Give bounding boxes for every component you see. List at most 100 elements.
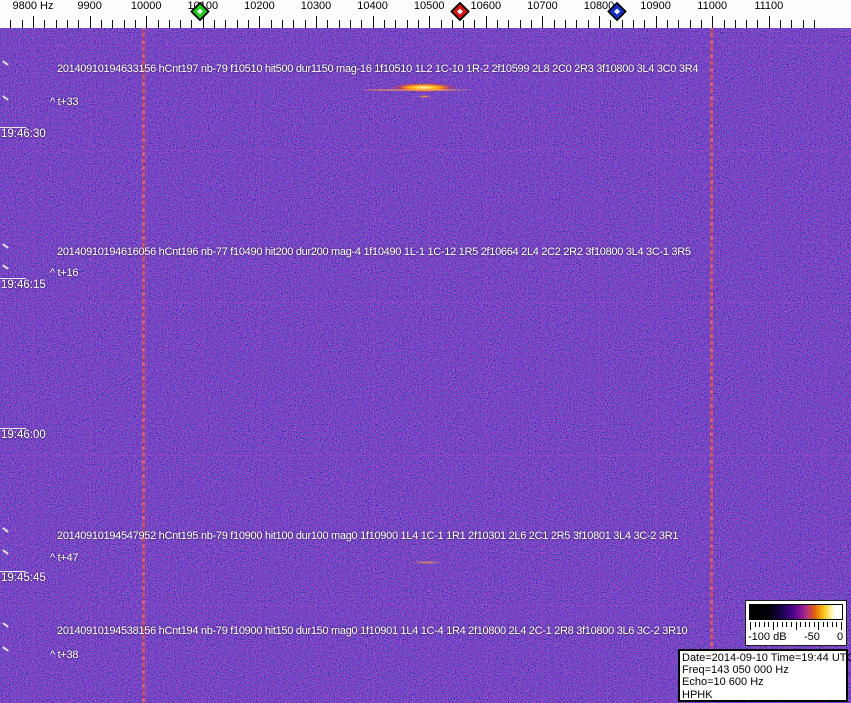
- db-scale-tick: [768, 622, 770, 627]
- db-scale-tick: [777, 622, 779, 627]
- freq-axis-label: 10500: [413, 0, 445, 12]
- freq-axis-label: 10600: [470, 0, 502, 12]
- freq-tick: [78, 20, 80, 28]
- freq-tick: [66, 20, 68, 28]
- freq-axis-label: 10000: [130, 0, 162, 12]
- db-label-mid: -50: [804, 631, 820, 643]
- freq-tick: [610, 20, 612, 28]
- freq-tick: [474, 20, 476, 28]
- freq-gridline: [90, 28, 91, 703]
- db-scale-tick: [827, 622, 829, 627]
- freq-tick: [485, 16, 487, 28]
- freq-tick: [248, 20, 250, 28]
- freq-gridline: [203, 28, 204, 703]
- time-label: 19:46:00: [1, 429, 46, 441]
- db-scale-tick: [763, 622, 765, 627]
- freq-tick: [395, 20, 397, 28]
- freq-tick: [316, 16, 317, 28]
- freq-tick: [791, 20, 793, 28]
- freq-tick: [644, 20, 646, 28]
- event-offset-text: ^ t+16: [50, 267, 79, 279]
- freq-tick: [383, 20, 385, 28]
- freq-tick: [655, 16, 657, 28]
- freq-tick: [225, 20, 227, 28]
- db-scale-tick: [759, 622, 761, 627]
- spectrogram-noise-texture: [0, 28, 851, 703]
- freq-tick: [21, 20, 23, 28]
- freq-tick: [666, 20, 668, 28]
- freq-tick: [112, 20, 114, 28]
- freq-tick: [270, 20, 272, 28]
- freq-tick: [621, 20, 623, 28]
- db-scale-tick: [841, 622, 842, 630]
- freq-tick: [553, 20, 555, 28]
- freq-tick: [576, 20, 578, 28]
- freq-axis-label: 9800 Hz: [12, 0, 54, 12]
- db-scale-tick: [790, 622, 792, 627]
- freq-axis-label: 11100: [754, 0, 784, 12]
- freq-tick: [191, 20, 193, 28]
- freq-tick: [146, 16, 148, 28]
- freq-tick: [259, 16, 261, 28]
- freq-gridline: [429, 28, 430, 703]
- freq-tick: [338, 20, 340, 28]
- freq-tick: [678, 20, 680, 28]
- freq-tick: [497, 20, 499, 28]
- db-scale-tick: [822, 622, 824, 627]
- freq-tick: [768, 16, 770, 28]
- red-diamond-icon: [450, 1, 470, 22]
- db-color-scale: -100 dB -50 0: [745, 600, 847, 646]
- time-gridline: [0, 45, 851, 46]
- freq-tick: [734, 20, 736, 28]
- freq-tick: [519, 20, 521, 28]
- status-info-box: Date=2014-09-10 Time=19:44 UTC Freq=143 0…: [678, 649, 851, 702]
- freq-gridline: [599, 28, 600, 703]
- time-gridline: [0, 605, 851, 606]
- freq-gridline: [486, 28, 487, 703]
- freq-tick: [304, 20, 306, 28]
- time-gridline: [0, 150, 851, 151]
- freq-axis-label: 11000: [697, 0, 728, 12]
- freq-tick: [508, 20, 510, 28]
- freq-tick: [632, 20, 634, 28]
- freq-tick: [157, 20, 159, 28]
- freq-tick: [55, 20, 57, 28]
- freq-tick: [327, 20, 329, 28]
- freq-tick: [10, 20, 12, 28]
- freq-tick: [406, 20, 408, 28]
- freq-tick: [746, 20, 748, 28]
- carrier-signal-stripe: [142, 28, 145, 703]
- event-offset-text: ^ t+47: [50, 552, 79, 564]
- freq-gridline: [373, 28, 374, 703]
- db-scale-tick: [813, 622, 815, 627]
- freq-axis-label: 10200: [244, 0, 275, 12]
- info-line: Date=2014-09-10 Time=19:44 UTC: [682, 652, 851, 664]
- freq-tick: [361, 20, 363, 28]
- freq-tick: [757, 20, 759, 28]
- freq-gridline: [542, 28, 543, 703]
- db-scale-tick: [781, 622, 783, 627]
- time-gridline: [0, 302, 851, 303]
- freq-axis-label: 10900: [640, 0, 671, 12]
- meteor-echo: [417, 95, 432, 98]
- freq-marker-red[interactable]: [450, 1, 470, 22]
- event-log-text: 20140910194547952 hCnt195 nb-79 f10900 h…: [57, 530, 679, 542]
- info-line: Freq=143 050 000 Hz: [682, 664, 789, 677]
- freq-tick: [723, 20, 725, 28]
- freq-tick: [282, 20, 284, 28]
- freq-axis-label: 9900: [77, 0, 102, 12]
- freq-marker-green[interactable]: [190, 1, 210, 22]
- db-label-min: -100 dB: [748, 631, 787, 643]
- freq-tick: [542, 16, 544, 28]
- event-log-text: 20140910194633156 hCnt197 nb-79 f10510 h…: [57, 63, 699, 75]
- freq-tick: [100, 20, 102, 28]
- freq-tick: [780, 20, 782, 28]
- freq-tick: [417, 20, 419, 28]
- freq-tick: [531, 20, 533, 28]
- freq-tick: [451, 20, 453, 28]
- freq-axis-label: 10700: [527, 0, 558, 12]
- freq-tick: [349, 20, 351, 28]
- freq-tick: [214, 20, 216, 28]
- freq-marker-blue[interactable]: [607, 1, 627, 22]
- freq-tick: [689, 20, 691, 28]
